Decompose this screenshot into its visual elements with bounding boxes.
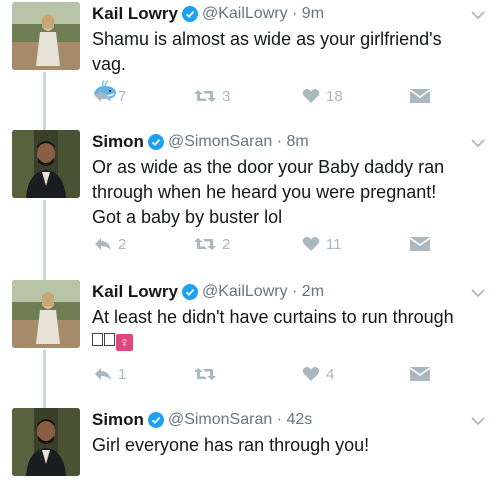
author-name[interactable]: Kail Lowry (92, 4, 178, 24)
author-name[interactable]: Simon (92, 132, 144, 152)
retweet-button[interactable] (194, 364, 222, 384)
missing-glyph-box (92, 333, 103, 346)
tweet[interactable]: Simon @SimonSaran · 8m Or as wide as the… (0, 128, 499, 268)
chevron-down-icon[interactable] (471, 288, 485, 298)
retweet-count: 2 (222, 235, 231, 253)
author-handle[interactable]: @SimonSaran · 42s (168, 411, 312, 429)
heart-icon (302, 237, 320, 251)
retweet-button[interactable]: 3 (194, 86, 230, 106)
author-handle[interactable]: @KailLowry · 9m (202, 5, 324, 23)
tweet[interactable]: Kail Lowry @KailLowry · 2m At least he d… (0, 278, 499, 388)
verified-badge-icon (181, 284, 198, 300)
verified-badge-icon (147, 134, 164, 150)
like-count: 4 (326, 365, 335, 383)
direct-message-icon (410, 89, 430, 103)
reply-button[interactable]: 2 (94, 234, 126, 254)
retweet-icon (194, 90, 216, 102)
verified-badge-icon (181, 6, 198, 22)
tweet-text: Girl everyone has ran through you! (92, 435, 370, 455)
heart-icon (302, 89, 320, 103)
retweet-count: 3 (222, 87, 231, 105)
author-handle[interactable]: @KailLowry · 2m (202, 283, 324, 301)
verified-badge-icon (147, 412, 164, 428)
like-button[interactable]: 11 (302, 234, 342, 254)
tweet-text: Or as wide as the door your Baby daddy r… (92, 157, 445, 227)
reply-count: 7 (118, 87, 127, 105)
avatar-kail[interactable] (12, 280, 80, 348)
retweet-button[interactable]: 2 (194, 234, 230, 254)
dm-button[interactable] (410, 234, 430, 254)
direct-message-icon (410, 237, 430, 251)
reply-count: 2 (118, 235, 127, 253)
tweet-text: Shamu is almost as wide as your girlfrie… (92, 29, 442, 74)
retweet-icon (194, 238, 216, 250)
avatar-simon[interactable] (12, 130, 80, 198)
reply-icon (95, 368, 111, 380)
like-button[interactable]: 18 (302, 86, 343, 106)
tweet-text: At least he didn't have curtains to run … (92, 307, 454, 327)
author-name[interactable]: Simon (92, 410, 144, 430)
like-count: 18 (326, 87, 343, 105)
reply-icon (95, 90, 111, 102)
chevron-down-icon[interactable] (471, 10, 485, 20)
dm-button[interactable] (410, 86, 430, 106)
retweet-icon (194, 368, 216, 380)
chevron-down-icon[interactable] (471, 416, 485, 426)
reply-count: 1 (118, 365, 127, 383)
reply-icon (95, 238, 111, 250)
female-sign-icon: ♀ (116, 334, 133, 351)
reply-button[interactable]: 7 (94, 86, 126, 106)
missing-glyph-box (104, 333, 115, 346)
avatar-kail[interactable] (12, 2, 80, 70)
heart-icon (302, 367, 320, 381)
chevron-down-icon[interactable] (471, 138, 485, 148)
reply-button[interactable]: 1 (94, 364, 126, 384)
like-button[interactable]: 4 (302, 364, 334, 384)
author-name[interactable]: Kail Lowry (92, 282, 178, 302)
dm-button[interactable] (410, 364, 430, 384)
author-handle[interactable]: @SimonSaran · 8m (168, 133, 309, 151)
tweet[interactable]: Simon @SimonSaran · 42s Girl everyone ha… (0, 406, 499, 482)
direct-message-icon (410, 367, 430, 381)
like-count: 11 (326, 235, 342, 253)
tweet[interactable]: Kail Lowry @KailLowry · 9m Shamu is almo… (0, 0, 499, 118)
avatar-simon[interactable] (12, 408, 80, 476)
female-sign-emoji: ♀ (92, 332, 469, 352)
